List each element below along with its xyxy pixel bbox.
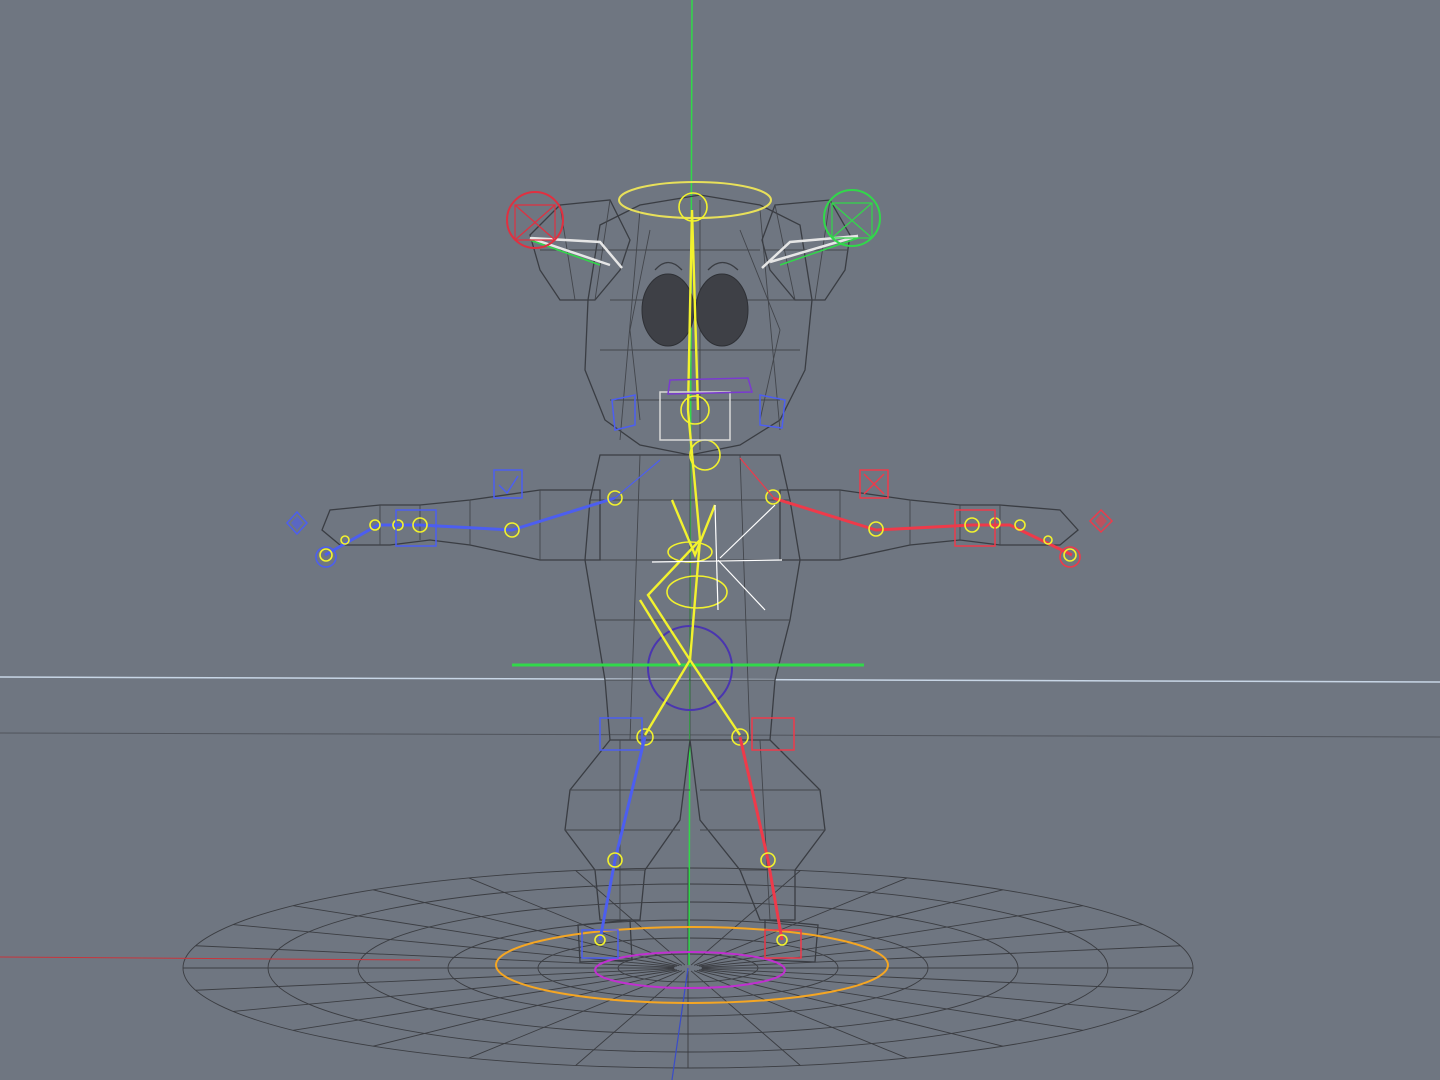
cog-circle-control[interactable] [594, 951, 786, 989]
ik-box-right-icon[interactable] [859, 469, 889, 499]
3d-viewport[interactable] [0, 0, 1440, 1080]
grid-spoke [195, 968, 675, 991]
neck-control-box[interactable] [659, 391, 731, 441]
red-axis-line [0, 956, 421, 961]
wrist-control-right-icon[interactable] [1088, 508, 1114, 534]
viewport-canvas[interactable] [0, 0, 1440, 1080]
clavicle-left [614, 459, 661, 499]
right-arm-bones[interactable] [315, 490, 623, 568]
character-mesh-wireframe [321, 194, 1079, 963]
clavicle-right [739, 457, 774, 498]
grid-spoke [195, 945, 675, 968]
grid-spoke [701, 945, 1181, 968]
ground-line [0, 732, 1440, 738]
head-control[interactable] [618, 181, 772, 219]
ear-control-right-icon[interactable] [823, 189, 881, 247]
blue-axis-line [671, 967, 689, 1080]
wrist-control-left-icon[interactable] [285, 510, 309, 536]
vertical-axis-line [688, 0, 693, 966]
ear-control-left-icon[interactable] [506, 191, 564, 249]
horizon-axis-line [0, 676, 1440, 683]
